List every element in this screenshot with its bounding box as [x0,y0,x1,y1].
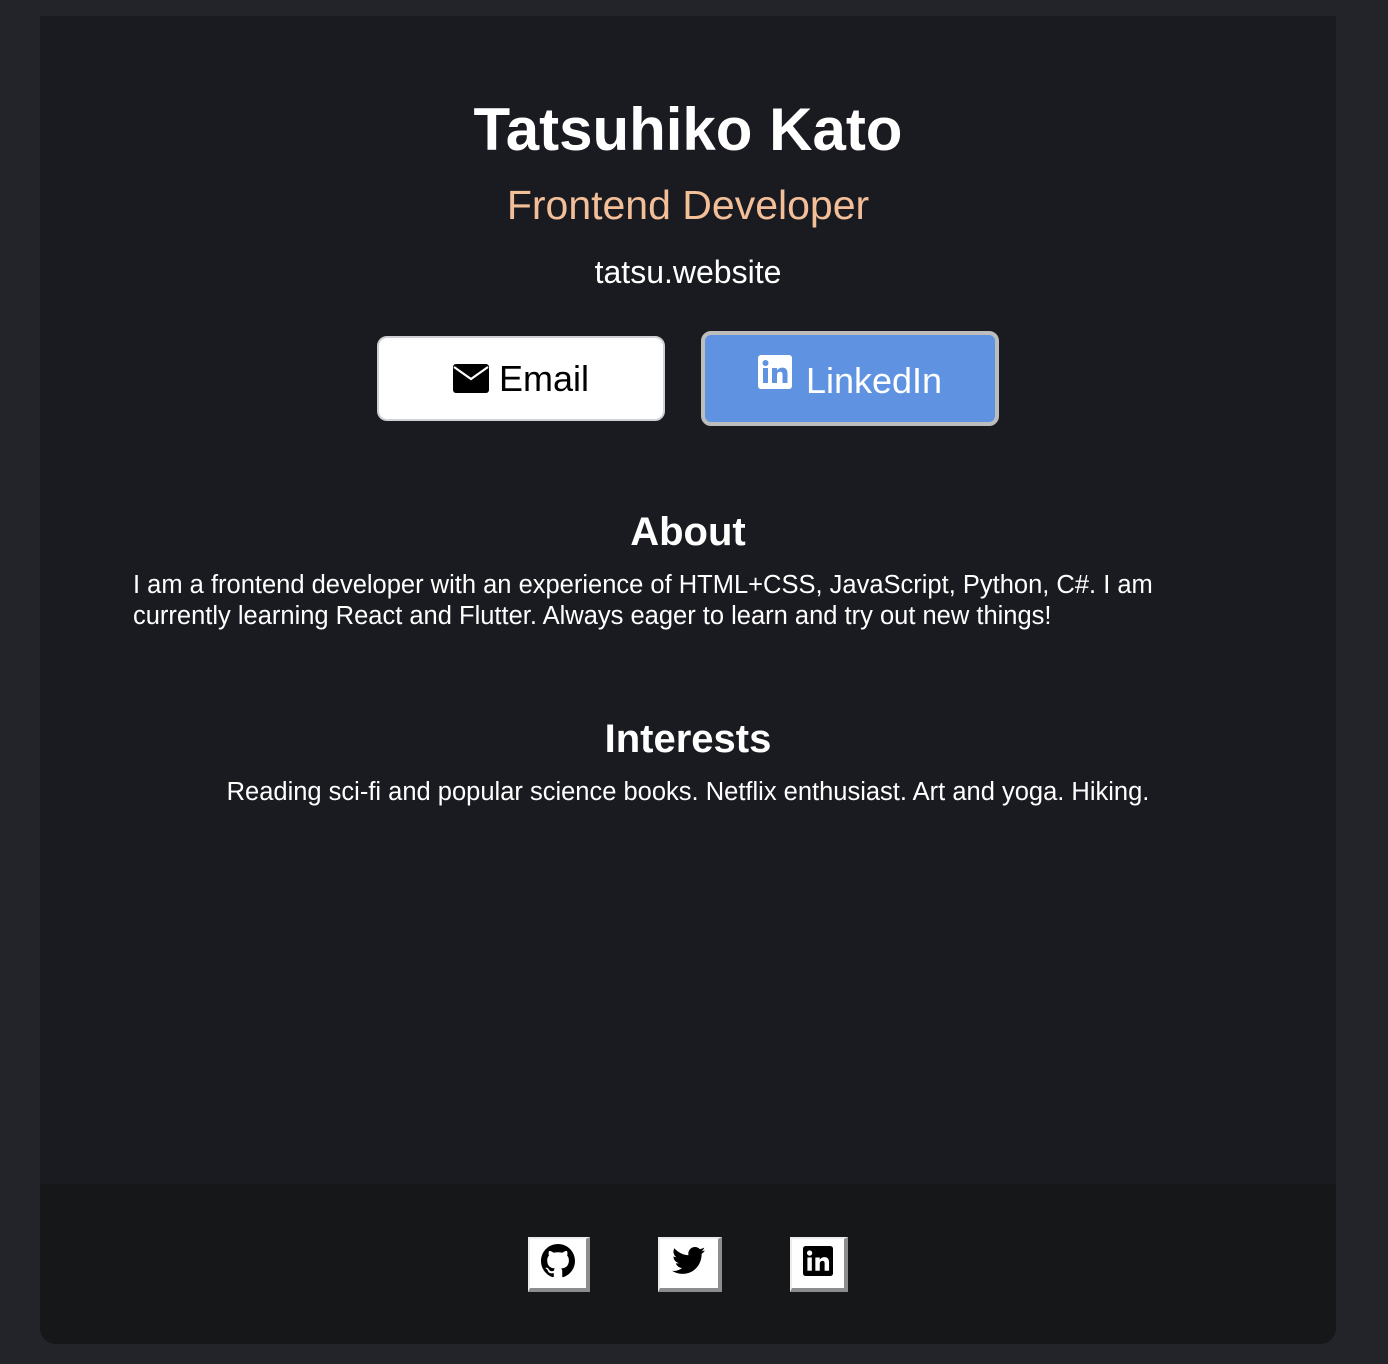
twitter-link[interactable] [658,1237,722,1292]
github-link[interactable] [528,1237,590,1292]
footer [40,1184,1336,1344]
profile-website: tatsu.website [594,254,782,290]
linkedin-icon [757,354,792,389]
linkedin-button[interactable]: LinkedIn [701,331,999,426]
info-section: Tatsuhiko Kato Frontend Developer tatsu.… [40,16,1336,1184]
linkedin-icon [803,1246,833,1281]
email-button-label: Email [498,357,590,399]
profile-card: Tatsuhiko Kato Frontend Developer tatsu.… [40,16,1336,1344]
github-icon [541,1244,575,1283]
interests-text: Reading sci-fi and popular science books… [226,778,1150,806]
email-button[interactable]: Email [377,336,665,421]
about-text: I am a frontend developer with an experi… [133,571,1153,630]
envelope-icon [452,364,489,393]
profile-role: Frontend Developer [506,182,870,228]
about-heading: About [630,510,746,554]
twitter-icon [672,1247,706,1280]
linkedin-button-label: LinkedIn [805,359,943,401]
linkedin-link[interactable] [790,1237,848,1292]
profile-name: Tatsuhiko Kato [473,96,903,163]
interests-heading: Interests [604,717,772,761]
